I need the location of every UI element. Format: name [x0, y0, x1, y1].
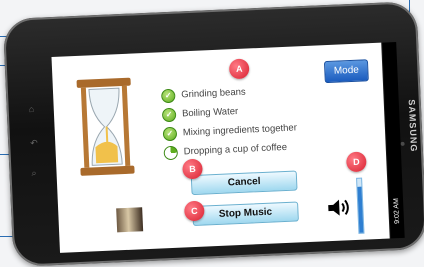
step-label: Boiling Water: [181, 105, 239, 120]
app-screen: Mode ✓ Grinding beans ✓ Boiling Water ✓ …: [51, 42, 390, 253]
couple-photo-thumbnail[interactable]: [116, 207, 144, 233]
step-label: Dropping a cup of coffee: [183, 141, 288, 158]
step-label: Grinding beans: [181, 86, 246, 101]
hourglass-icon: [76, 77, 135, 176]
cancel-button[interactable]: Cancel: [190, 170, 298, 196]
progress-icon: [163, 145, 179, 160]
camera-icon: [400, 141, 405, 146]
annotation-d: D: [345, 151, 367, 173]
step-list: ✓ Grinding beans ✓ Boiling Water ✓ Mixin…: [160, 80, 298, 162]
tablet-device: ⌂ ↶ ⌕ SAMSUNG Mode ✓ Grinding beans ✓ Bo…: [2, 1, 424, 267]
annotation-a: A: [228, 58, 250, 80]
mode-button[interactable]: Mode: [323, 59, 369, 84]
search-icon[interactable]: ⌕: [31, 168, 37, 179]
speaker-icon[interactable]: [326, 197, 351, 218]
back-icon[interactable]: ↶: [30, 138, 38, 149]
check-icon: ✓: [161, 107, 177, 122]
check-icon: ✓: [162, 126, 178, 141]
step-label: Mixing ingredients together: [182, 122, 298, 139]
volume-slider-fill: [357, 186, 364, 233]
device-brand: SAMSUNG: [406, 99, 419, 153]
menu-icon[interactable]: ⌂: [29, 104, 35, 114]
stop-music-button[interactable]: Stop Music: [192, 201, 299, 227]
status-time: 9:02 AM: [392, 197, 402, 224]
check-icon: ✓: [160, 88, 176, 103]
volume-slider[interactable]: [356, 177, 365, 234]
